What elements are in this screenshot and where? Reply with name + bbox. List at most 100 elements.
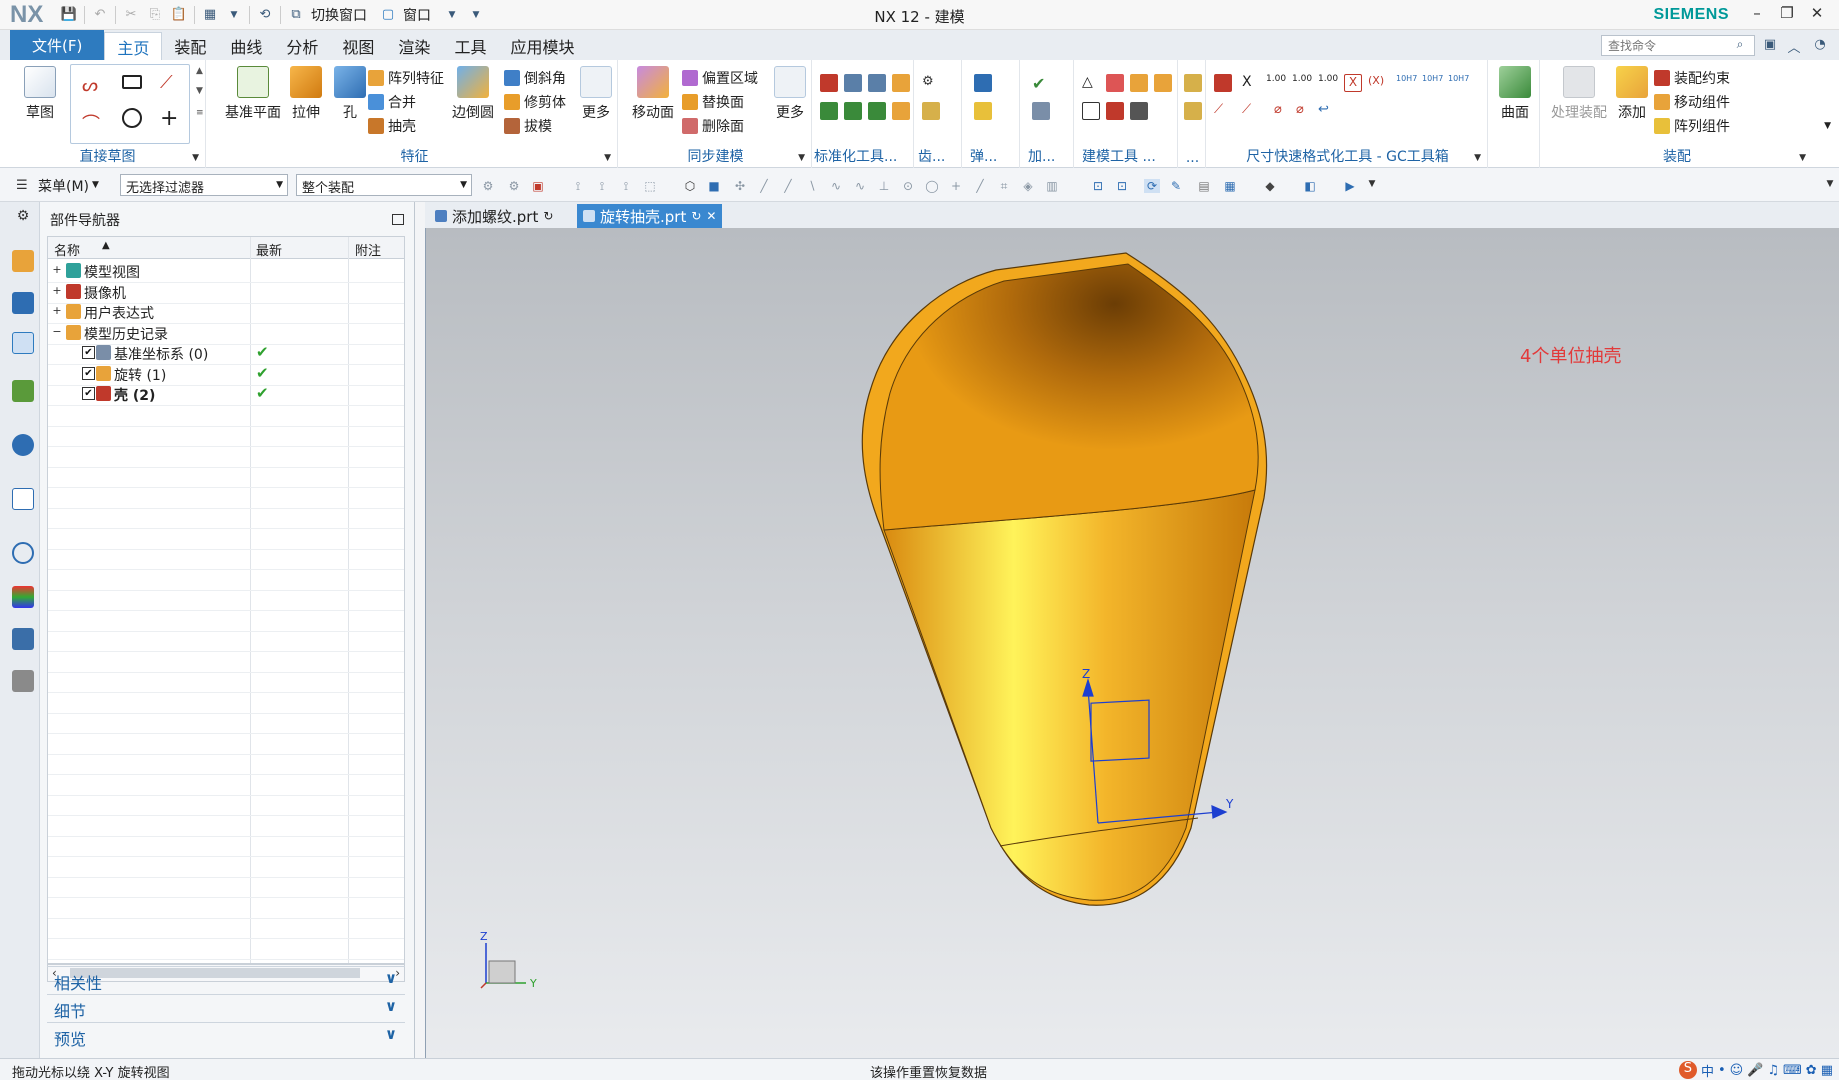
snap-icon[interactable]: ╱	[780, 179, 796, 193]
pattern-feature-button[interactable]: 阵列特征	[368, 68, 444, 88]
show-hide-icon[interactable]: ▶	[1342, 179, 1358, 193]
replace-face-button[interactable]: 替换面	[682, 92, 744, 112]
standard-tools-label[interactable]: 标准化工具...	[814, 146, 913, 166]
dropdown-icon[interactable]: ▼	[443, 6, 461, 24]
unite-button[interactable]: 合并	[368, 92, 416, 112]
gear-label[interactable]: 齿...	[918, 146, 961, 166]
cube-icon[interactable]: ⬡	[682, 179, 698, 193]
collapse-ribbon-icon[interactable]: ︿	[1785, 37, 1803, 56]
tool-icon[interactable]	[1130, 102, 1148, 120]
doc-tab-active[interactable]: 旋转抽壳.prt ↻ ✕	[577, 204, 723, 228]
tool-icon[interactable]	[974, 102, 992, 120]
feature-checkbox[interactable]: ✔	[82, 346, 95, 359]
select-icon[interactable]: ⟟	[594, 179, 610, 193]
add-label[interactable]: 加...	[1028, 146, 1073, 166]
tab-tools[interactable]: 工具	[442, 32, 498, 60]
restore-icon[interactable]: ❐	[1775, 4, 1799, 26]
zoom-icon[interactable]: ⊡	[1090, 179, 1106, 193]
snap-icon[interactable]: ╱	[972, 179, 988, 193]
tab-curve[interactable]: 曲线	[218, 32, 274, 60]
snap-icon[interactable]: ⊥	[876, 179, 892, 193]
tool-icon[interactable]	[1214, 74, 1232, 92]
shell-button[interactable]: 抽壳	[368, 116, 416, 136]
doc-tab[interactable]: 添加螺纹.prt ↻	[429, 204, 560, 228]
settings-icon[interactable]: ⚙	[12, 208, 34, 230]
zoom-icon[interactable]: ⊡	[1114, 179, 1130, 193]
assembly-navigator-icon[interactable]	[12, 250, 34, 272]
column-header-name[interactable]: 名称	[54, 240, 80, 259]
tool-icon[interactable]	[892, 74, 910, 92]
repeat-command-icon[interactable]: ⟲	[256, 6, 274, 24]
punctuation-icon[interactable]: •	[1718, 1063, 1726, 1078]
tool-icon[interactable]	[1106, 74, 1124, 92]
tab-render[interactable]: 渲染	[386, 32, 442, 60]
main-menu-button[interactable]: 菜单(M)	[38, 176, 89, 196]
reuse-library-icon[interactable]	[12, 380, 34, 402]
filter-icon[interactable]: ⚙	[506, 179, 522, 193]
tolerance-icon[interactable]: 1.00	[1266, 74, 1286, 92]
surface-button[interactable]: 曲面	[1494, 66, 1536, 122]
edge-blend-button[interactable]: 边倒圆	[448, 66, 498, 122]
point-icon[interactable]: +	[160, 106, 178, 131]
paste-icon[interactable]: 📋	[170, 6, 188, 24]
file-menu-button[interactable]: 文件(F)	[10, 30, 105, 60]
misc-label[interactable]: ...	[1180, 150, 1205, 166]
input-mode-icon[interactable]: 中	[1701, 1061, 1714, 1080]
copy-icon[interactable]: ⎘	[146, 6, 164, 24]
dropdown-icon[interactable]: ▼	[225, 6, 243, 24]
pan-icon[interactable]: ✎	[1168, 179, 1184, 193]
dropdown-icon[interactable]: ▼	[92, 180, 110, 198]
arrow-icon[interactable]: ↩	[1318, 102, 1336, 120]
snap-icon[interactable]: ╱	[756, 179, 772, 193]
snap-icon[interactable]: ▥	[1044, 179, 1060, 193]
feature-checkbox[interactable]: ✔	[82, 387, 95, 400]
datum-plane-button[interactable]: 基准平面	[218, 66, 288, 122]
draft-button[interactable]: 拔模	[504, 116, 552, 136]
snap-icon[interactable]: ∖	[804, 179, 820, 193]
ribbon-options-icon[interactable]: ▼	[1824, 121, 1831, 131]
undo-icon[interactable]: ↶	[91, 6, 109, 24]
emoji-icon[interactable]: ☺	[1730, 1063, 1744, 1078]
gear-icon[interactable]: ⚙	[922, 74, 940, 92]
close-icon[interactable]: ✕	[706, 209, 716, 223]
tool-icon[interactable]	[1032, 102, 1050, 120]
fit-icon[interactable]: 10H7	[1422, 74, 1443, 92]
tool-icon[interactable]	[1130, 74, 1148, 92]
select-icon[interactable]: ⟟	[570, 179, 586, 193]
group-dropdown-icon[interactable]: ▼	[604, 153, 611, 163]
chamfer-button[interactable]: 倒斜角	[504, 68, 566, 88]
snap-icon[interactable]: +	[948, 179, 964, 193]
snap-icon[interactable]: ∿	[852, 179, 868, 193]
orient-view-icon[interactable]: ◧	[1302, 179, 1318, 193]
hole-button[interactable]: 孔	[330, 66, 370, 122]
microphone-icon[interactable]: 🎤	[1747, 1063, 1763, 1078]
group-dropdown-icon[interactable]: ▼	[192, 153, 199, 163]
tool-icon[interactable]: ⟋	[1242, 102, 1260, 120]
add-component-button[interactable]: 添加	[1612, 66, 1652, 122]
panel-dependencies[interactable]: 相关性 ∨	[47, 966, 405, 993]
group-dropdown-icon[interactable]: ▼	[1474, 153, 1481, 163]
feature-more-button[interactable]: 更多	[576, 66, 616, 122]
rotate-icon[interactable]: ⟳	[1144, 179, 1160, 193]
search-icon[interactable]: ⌕	[1731, 37, 1749, 55]
diameter-icon[interactable]: ⌀	[1274, 102, 1292, 120]
filter-icon[interactable]: ⚙	[480, 179, 496, 193]
process-assembly-button[interactable]: 处理装配	[1546, 66, 1612, 122]
tolerance-icon[interactable]: 1.00	[1318, 74, 1338, 92]
switch-window-icon[interactable]: ⧉	[287, 6, 305, 24]
modeling-tools-label[interactable]: 建模工具 ...	[1082, 146, 1177, 166]
keyboard-icon[interactable]: ⌨	[1783, 1063, 1802, 1078]
circle-icon[interactable]	[122, 108, 142, 128]
snap-icon[interactable]: ✣	[732, 179, 748, 193]
tolerance-icon[interactable]: 1.00	[1292, 74, 1312, 92]
offset-region-button[interactable]: 偏置区域	[682, 68, 758, 88]
select-icon[interactable]: ⟟	[618, 179, 634, 193]
collapse-icon[interactable]: −	[52, 326, 62, 337]
column-header-latest[interactable]: 最新	[256, 240, 282, 259]
window-layout-icon[interactable]: ▣	[1761, 37, 1779, 55]
tool-icon[interactable]	[820, 102, 838, 120]
triangle-icon[interactable]: △	[1082, 74, 1100, 92]
move-face-button[interactable]: 移动面	[628, 66, 678, 122]
minimize-icon[interactable]: –	[1745, 4, 1769, 26]
tool-icon[interactable]	[892, 102, 910, 120]
